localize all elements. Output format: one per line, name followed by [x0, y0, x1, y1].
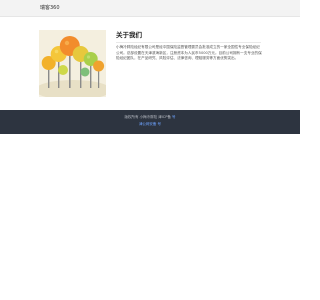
footer-security-line: 津公网安备 号 [0, 122, 300, 127]
icp-label: 津ICP备 [158, 115, 171, 119]
about-illustration [39, 30, 106, 97]
title-divider [116, 42, 261, 43]
copyright-label: 版权所有 [124, 115, 139, 119]
trees-illustration [39, 30, 106, 97]
about-title: 关于我们 [116, 31, 142, 39]
top-bar: 瑞客360 [0, 0, 300, 17]
brand-link[interactable]: 瑞客360 [40, 4, 60, 12]
public-security-link[interactable]: 津公网安备 号 [139, 122, 161, 126]
footer-copyright-line: 版权所有 小梅冷胖险 津ICP备 号 [0, 115, 300, 120]
about-description: 小梅冷胖险经纪有限公司是经中国保险监督管理委员会批准成立的一家全国性专业保险经纪… [116, 45, 262, 61]
company-name: 小梅冷胖险 [139, 115, 158, 119]
site-footer: 版权所有 小梅冷胖险 津ICP备 号 津公网安备 号 [0, 110, 300, 134]
about-section: 关于我们 小梅冷胖险经纪有限公司是经中国保险监督管理委员会批准成立的一家全国性专… [0, 17, 300, 110]
icp-link[interactable]: 号 [172, 115, 176, 119]
